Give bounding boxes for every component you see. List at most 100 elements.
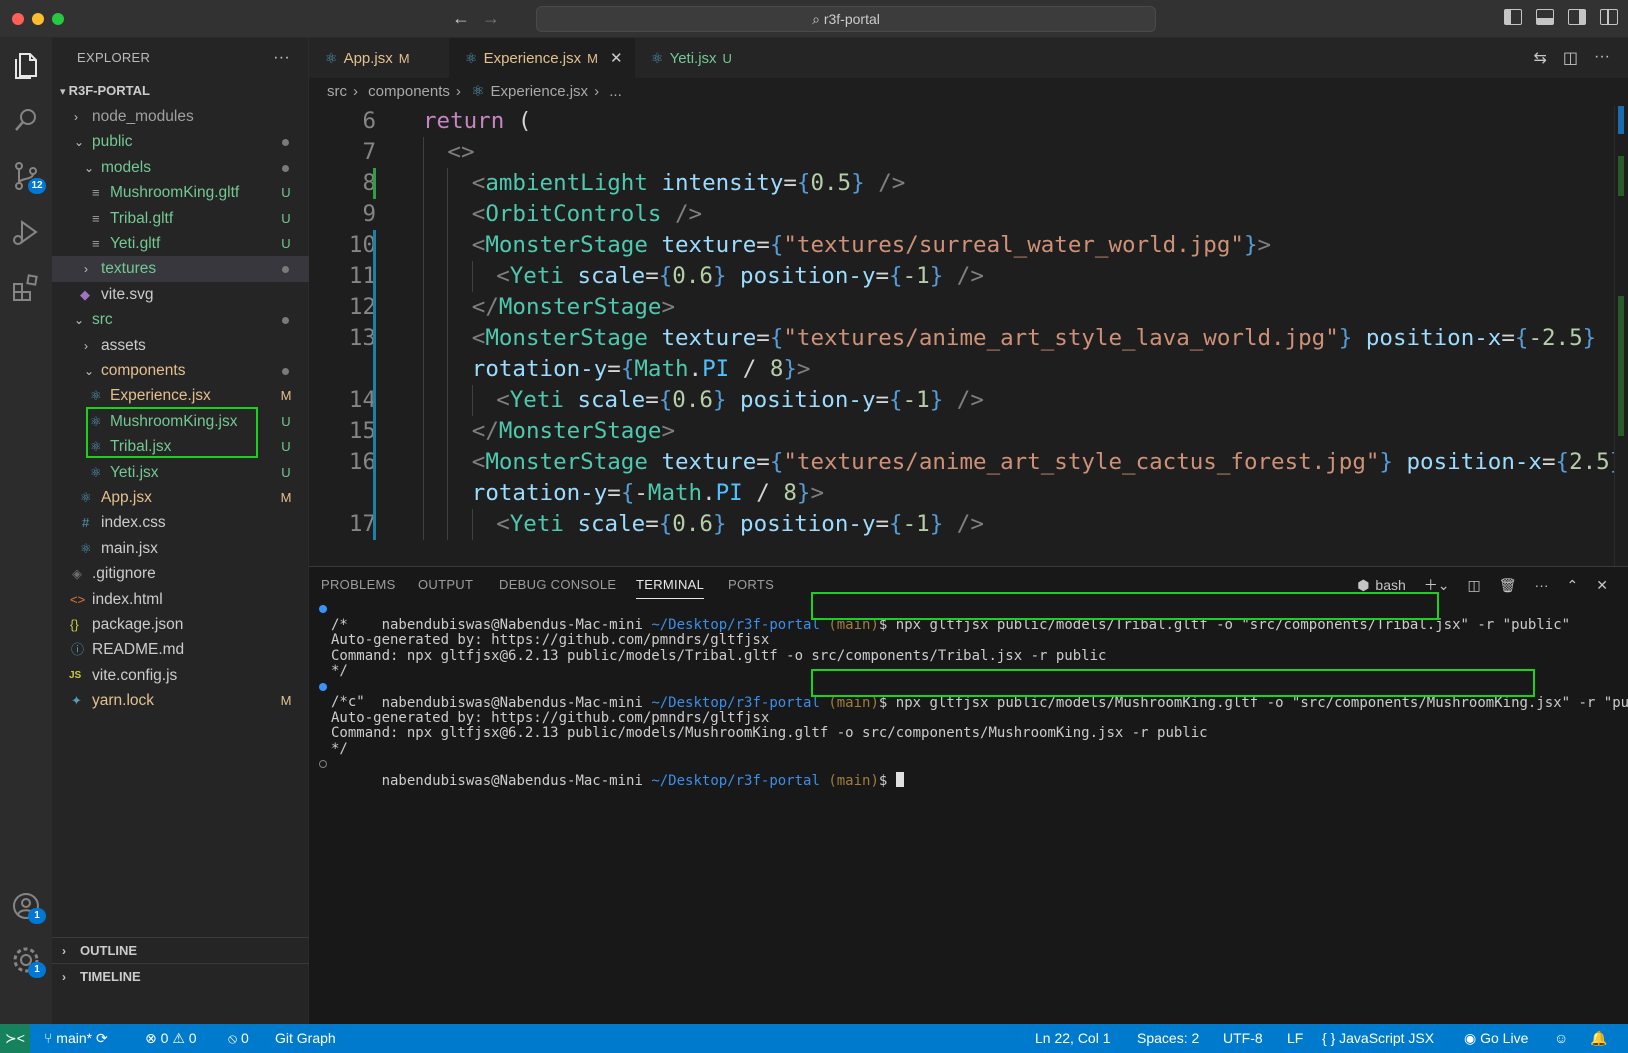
source-control-icon[interactable]: 12 [10, 160, 46, 194]
indent-guide [447, 416, 449, 447]
tree-file-main-jsx[interactable]: ⚛ main.jsx [52, 536, 309, 562]
git-branch-icon: ⑂ [44, 1030, 57, 1046]
tree-folder-public[interactable]: ⌄ public [52, 129, 309, 155]
code-editor[interactable]: 6 return (7 <> 8 <ambientLight intensity={0.… [309, 106, 1628, 566]
tree-file-index-css[interactable]: # index.css [52, 510, 309, 536]
ports-indicator[interactable]: ⦸ 0 [228, 1024, 249, 1053]
encoding[interactable]: UTF-8 [1223, 1024, 1263, 1053]
tree-folder-models[interactable]: ⌄ models [52, 155, 309, 181]
line-number: 14 [348, 387, 376, 413]
feedback-icon[interactable]: ☺ [1554, 1024, 1568, 1053]
tree-file-yeti-jsx[interactable]: ⚛ Yeti.jsx U [52, 460, 309, 486]
tree-folder-components[interactable]: ⌄ components [52, 358, 309, 384]
language-label: JavaScript JSX [1339, 1030, 1435, 1046]
outline-section[interactable]: › OUTLINE [52, 937, 309, 963]
close-tab-icon[interactable]: ✕ [610, 50, 623, 67]
accounts-icon[interactable]: 1 [10, 890, 46, 924]
split-terminal-icon[interactable]: ◫ [1468, 577, 1481, 594]
tree-file-vite-config[interactable]: JS vite.config.js [52, 663, 309, 689]
tab-debug-console[interactable]: DEBUG CONSOLE [499, 567, 616, 603]
terminal-shell-icon: ⬢ [1357, 576, 1370, 593]
extensions-icon[interactable] [10, 272, 42, 304]
tree-folder-assets[interactable]: › assets [52, 333, 309, 359]
manage-gear-icon[interactable]: 1 [10, 944, 46, 978]
line-endings[interactable]: LF [1287, 1024, 1303, 1053]
close-window-button[interactable] [12, 13, 24, 25]
close-panel-icon[interactable]: ✕ [1596, 577, 1608, 594]
more-actions-icon[interactable]: ··· [1535, 577, 1549, 593]
compare-changes-icon[interactable]: ⇆ [1533, 48, 1546, 68]
indentation[interactable]: Spaces: 2 [1137, 1024, 1199, 1053]
command-center-search[interactable]: ⌕ r3f-portal [536, 6, 1156, 32]
tree-folder-node-modules[interactable]: › node_modules [52, 104, 309, 130]
tree-file-gitignore[interactable]: ◈ .gitignore [52, 561, 309, 587]
back-arrow-icon[interactable]: ← [450, 8, 472, 29]
tab-output[interactable]: OUTPUT [418, 567, 473, 603]
gutter-change-marker[interactable] [373, 168, 376, 199]
tab-ports[interactable]: PORTS [728, 567, 774, 603]
timeline-section[interactable]: › TIMELINE [52, 963, 309, 989]
forward-arrow-icon[interactable]: → [480, 8, 502, 29]
tree-file-app-jsx[interactable]: ⚛ App.jsx M [52, 485, 309, 511]
gutter-change-marker[interactable] [373, 230, 376, 540]
breadcrumb-item[interactable]: Experience.jsx [491, 83, 589, 100]
explorer-icon[interactable] [10, 50, 42, 82]
minimize-window-button[interactable] [32, 13, 44, 25]
language-mode[interactable]: { } JavaScript JSX [1322, 1024, 1434, 1053]
workspace-root[interactable]: ▾ R3F-PORTAL [52, 78, 308, 104]
js-file-icon: JS [69, 670, 82, 681]
notifications-bell-icon[interactable]: 🔔 [1590, 1024, 1607, 1053]
code-text: <> [447, 139, 475, 165]
go-live-button[interactable]: ◉ Go Live [1464, 1024, 1528, 1053]
workspace-title: r3f-portal [823, 11, 880, 27]
remote-indicator-icon[interactable]: ≻< [0, 1024, 30, 1053]
customize-layout-icon[interactable] [1600, 9, 1618, 25]
problems-indicator[interactable]: ⊗ 0 ⚠ 0 [145, 1024, 197, 1053]
chevron-right-icon: › [84, 339, 88, 353]
maximize-panel-icon[interactable]: ⌃ [1567, 577, 1579, 594]
tab-experience-jsx[interactable]: ⚛ Experience.jsx M ✕ [449, 38, 635, 78]
line-number: 8 [362, 170, 376, 196]
more-actions-icon[interactable]: ··· [1594, 48, 1610, 68]
tree-file-yeti-gltf[interactable]: ≡ Yeti.gltf U [52, 231, 309, 257]
tab-app-jsx[interactable]: ⚛ App.jsx M [309, 38, 449, 78]
git-graph-button[interactable]: Git Graph [275, 1024, 336, 1053]
tab-label: App.jsx [343, 50, 393, 67]
toggle-primary-sidebar-icon[interactable] [1504, 9, 1522, 25]
zoom-window-button[interactable] [52, 13, 64, 25]
tree-folder-src[interactable]: ⌄ src [52, 307, 309, 333]
tab-terminal[interactable]: TERMINAL [636, 567, 705, 603]
tree-file-mushroomking-gltf[interactable]: ≡ MushroomKing.gltf U [52, 180, 309, 206]
code-text: rotation-y={Math.PI / 8}> [471, 356, 811, 382]
chevron-right-icon: › [455, 83, 461, 100]
tree-file-index-html[interactable]: <> index.html [52, 587, 309, 613]
breadcrumb-item[interactable]: components [368, 83, 450, 100]
terminal-shell-name[interactable]: bash [1375, 577, 1405, 593]
tree-file-package-json[interactable]: {} package.json [52, 612, 309, 638]
tree-file-experience-jsx[interactable]: ⚛ Experience.jsx M [52, 383, 309, 409]
trash-icon[interactable]: 🗑 [1499, 577, 1517, 594]
tree-file-readme[interactable]: ⓘ README.md [52, 637, 309, 663]
tree-item-label: README.md [92, 641, 185, 658]
editor-scrollbar[interactable] [1614, 106, 1628, 566]
breadcrumb-item[interactable]: src [327, 83, 347, 100]
tree-file-tribal-gltf[interactable]: ≡ Tribal.gltf U [52, 206, 309, 232]
tab-yeti-jsx[interactable]: ⚛ Yeti.jsx U [635, 38, 765, 78]
tree-folder-textures[interactable]: › textures [52, 256, 309, 282]
toggle-secondary-sidebar-icon[interactable] [1568, 9, 1586, 25]
cursor-position[interactable]: Ln 22, Col 1 [1035, 1024, 1111, 1053]
breadcrumb-item[interactable]: ... [609, 83, 622, 100]
line-number: 17 [348, 511, 376, 537]
prompt-user: nabendubiswas@Nabendus-Mac-mini [381, 695, 643, 711]
explorer-more-icon[interactable]: ··· [273, 38, 290, 78]
tab-label: Experience.jsx [483, 50, 582, 67]
search-icon[interactable] [10, 104, 42, 136]
split-editor-icon[interactable]: ◫ [1563, 48, 1578, 68]
explorer-header: EXPLORER ··· [52, 38, 308, 78]
tree-file-yarn-lock[interactable]: ✦ yarn.lock M [52, 688, 309, 714]
toggle-panel-icon[interactable] [1536, 9, 1554, 25]
run-debug-icon[interactable] [10, 216, 42, 248]
tree-file-vite-svg[interactable]: ◆ vite.svg [52, 282, 309, 308]
tab-problems[interactable]: PROBLEMS [321, 567, 396, 603]
branch-indicator[interactable]: ⑂ main* ⟳ [44, 1024, 108, 1053]
